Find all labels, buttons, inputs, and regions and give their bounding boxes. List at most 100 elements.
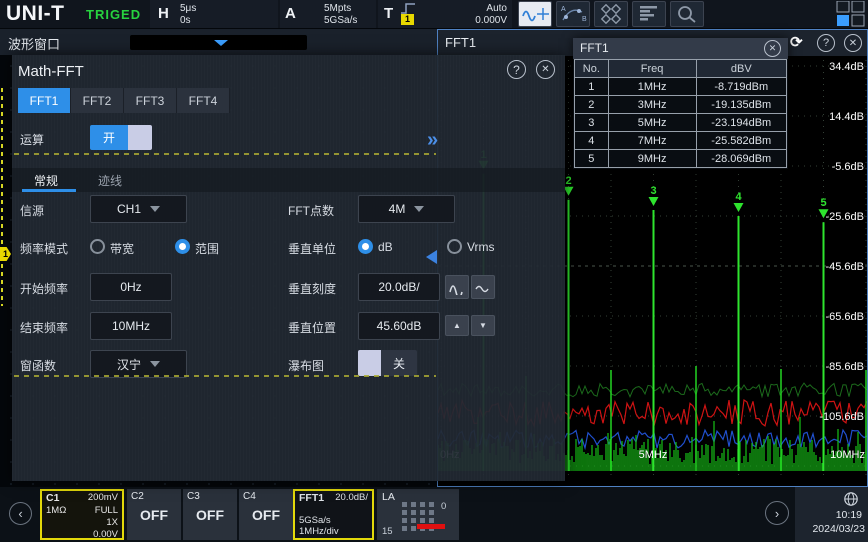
fft-tab-fft1[interactable]: FFT1 <box>18 88 71 113</box>
search-button[interactable] <box>670 1 704 27</box>
channel4-card[interactable]: C4 OFF <box>239 489 293 540</box>
large-wave-icon <box>448 279 466 295</box>
cursor-measure-button[interactable]: A B <box>556 1 590 27</box>
xy-diamonds-icon <box>597 4 625 24</box>
fft-points-dropdown[interactable]: 4M <box>358 195 455 223</box>
dialog-help-icon[interactable]: ? <box>507 60 526 79</box>
y-axis-label: -105.6dB <box>819 411 864 423</box>
trigger-section[interactable]: T 1 Auto 0.000V <box>378 0 512 28</box>
channel1-card[interactable]: C1 200mV 1MΩ FULL 1X 0.00V <box>40 489 124 540</box>
histogram-button[interactable] <box>632 1 666 27</box>
vrms-option[interactable]: Vrms <box>467 240 495 254</box>
fft-card-name: FFT1 <box>299 492 324 504</box>
close-icon[interactable]: ✕ <box>844 34 862 52</box>
position-up-button[interactable]: ▲ <box>445 315 469 336</box>
db-option[interactable]: dB <box>378 240 393 254</box>
table-cell: 5 <box>575 150 609 168</box>
bandwidth-option[interactable]: 带宽 <box>110 240 134 257</box>
window-dropdown-strip[interactable] <box>130 35 307 50</box>
help-icon[interactable]: ? <box>817 34 835 52</box>
globe-icon <box>843 491 859 507</box>
waterfall-toggle[interactable]: 关 <box>358 350 417 376</box>
top-bar: UNI-T TRIGED H 5μs 0s A 5Mpts 5GSa/s T 1… <box>0 0 868 28</box>
table-cell: 1MHz <box>608 78 696 96</box>
horizontal-section[interactable]: H 5μs 0s <box>150 0 278 28</box>
table-row: 23MHz-19.135dBm <box>575 96 787 114</box>
channel3-card[interactable]: C3 OFF <box>183 489 237 540</box>
la-dot <box>411 510 416 515</box>
la-dot <box>420 502 425 507</box>
fft-card-rate: 5GSa/s <box>295 505 372 526</box>
la-dot <box>411 502 416 507</box>
scale-down-wave-button[interactable] <box>471 275 495 299</box>
fft1-card[interactable]: FFT1 20.0dB/ 5GSa/s 1MHz/div <box>293 489 374 540</box>
operation-toggle[interactable]: 开 <box>90 125 152 150</box>
acquire-section[interactable]: A 5Mpts 5GSa/s <box>280 0 376 28</box>
clock-panel[interactable]: 10:19 2024/03/23 <box>795 487 868 542</box>
trigger-source-badge: 1 <box>401 14 414 25</box>
la-dot <box>429 502 434 507</box>
window-fn-dropdown[interactable]: 汉宁 <box>90 350 187 378</box>
vertical-scale-input[interactable]: 20.0dB/ <box>358 273 440 301</box>
channel2-card[interactable]: C2 OFF <box>127 489 181 540</box>
db-radio[interactable] <box>358 239 373 254</box>
vrms-radio[interactable] <box>447 239 462 254</box>
waveform-window-tab[interactable]: 波形窗口 <box>8 34 60 53</box>
table-cell: 3 <box>575 114 609 132</box>
vertical-position-input[interactable]: 45.60dB <box>358 312 440 340</box>
c1-scale: 200mV <box>88 492 118 504</box>
range-option[interactable]: 范围 <box>195 240 219 257</box>
chevron-down-icon <box>150 206 160 212</box>
vertical-unit-label: 垂直单位 <box>288 240 336 257</box>
la-dot <box>411 526 416 531</box>
table-cell: 7MHz <box>608 132 696 150</box>
expand-right-button[interactable]: › <box>765 501 789 525</box>
start-freq-input[interactable]: 0Hz <box>90 273 172 301</box>
tab-trace[interactable]: 迹线 <box>98 172 122 189</box>
fft-trace-marker[interactable] <box>426 250 437 264</box>
chevron-down-icon <box>414 206 424 212</box>
y-axis-label: -65.6dB <box>825 311 864 323</box>
toggle-on-label: 开 <box>90 125 128 150</box>
fft-window-tab[interactable]: FFT1 <box>445 35 476 50</box>
c2-name: C2 <box>127 489 181 502</box>
end-freq-input[interactable]: 10MHz <box>90 312 172 340</box>
range-radio[interactable] <box>175 239 190 254</box>
fft-points-value: 4M <box>389 202 406 216</box>
logic-analyzer-card[interactable]: LA 0 15 <box>377 489 459 540</box>
close-icon[interactable]: ✕ <box>764 40 781 57</box>
xy-display-button[interactable] <box>594 1 628 27</box>
sample-rate: 5GSa/s <box>324 15 357 26</box>
vertical-scale-label: 垂直刻度 <box>288 280 336 297</box>
detach-icon[interactable]: ⟳ <box>790 33 803 51</box>
source-label: 信源 <box>20 202 44 219</box>
position-down-button[interactable]: ▼ <box>471 315 495 336</box>
svg-text:A: A <box>561 6 566 13</box>
fft-tab-fft3[interactable]: FFT3 <box>124 88 177 113</box>
ch1-trace-top <box>14 153 436 155</box>
scale-up-wave-button[interactable] <box>445 275 469 299</box>
magnifier-icon <box>673 4 701 24</box>
table-cell: 5MHz <box>608 114 696 132</box>
dialog-close-icon[interactable]: ✕ <box>536 60 555 79</box>
fft-points-label: FFT点数 <box>288 202 334 219</box>
clock-time: 10:19 <box>836 509 862 521</box>
collapse-left-button[interactable]: ‹ <box>9 502 32 525</box>
table-row: 59MHz-28.069dBm <box>575 150 787 168</box>
window-layout-button[interactable] <box>836 1 866 32</box>
trigger-mode: Auto <box>486 3 507 14</box>
waveform-move-tool-button[interactable] <box>518 1 552 27</box>
table-header: Freq <box>608 60 696 78</box>
table-header: No. <box>575 60 609 78</box>
la-dot <box>429 510 434 515</box>
tab-normal[interactable]: 常规 <box>34 172 58 189</box>
memory-depth: 5Mpts <box>324 3 351 14</box>
fft-tab-fft4[interactable]: FFT4 <box>177 88 230 113</box>
measure-window-titlebar[interactable]: FFT1 ✕ <box>573 38 788 59</box>
svg-text:3: 3 <box>650 185 656 197</box>
source-dropdown[interactable]: CH1 <box>90 195 187 223</box>
bandwidth-radio[interactable] <box>90 239 105 254</box>
table-cell: -23.194dBm <box>696 114 786 132</box>
window-expand-handle[interactable]: » <box>427 131 438 149</box>
fft-tab-fft2[interactable]: FFT2 <box>71 88 124 113</box>
